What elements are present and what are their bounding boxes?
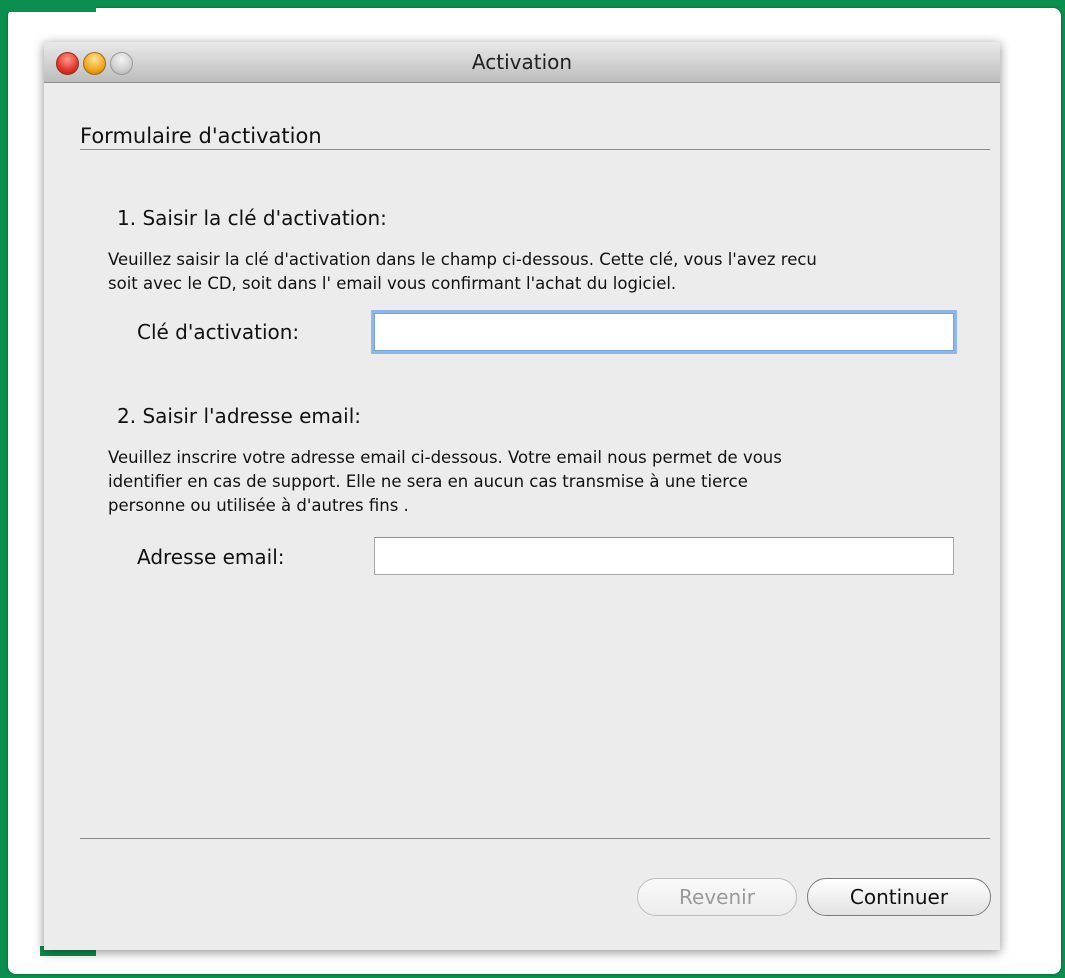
step2-description-line: Veuillez inscrire votre adresse email ci… [108, 448, 782, 467]
section-title: Formulaire d'activation [80, 124, 322, 148]
section-divider [80, 149, 990, 150]
continue-button[interactable]: Continuer [807, 878, 991, 916]
close-window-button[interactable] [56, 52, 79, 75]
step1-description-line: soit avec le CD, soit dans l' email vous… [108, 274, 677, 293]
title-bar[interactable]: Activation [44, 42, 1000, 83]
activation-key-label: Clé d'activation: [137, 320, 300, 344]
email-label: Adresse email: [137, 545, 285, 569]
email-input[interactable] [374, 537, 954, 575]
window-title: Activation [471, 50, 573, 74]
zoom-window-button[interactable] [110, 52, 133, 75]
step1-description-line: Veuillez saisir la clé d'activation dans… [108, 250, 817, 269]
activation-window: Activation Formulaire d'activation 1. Sa… [44, 42, 1000, 950]
step2-description: Veuillez inscrire votre adresse email ci… [108, 446, 958, 518]
step1-description: Veuillez saisir la clé d'activation dans… [108, 248, 958, 296]
background-green-strip [0, 0, 96, 12]
activation-key-input[interactable] [374, 313, 954, 351]
back-button[interactable]: Revenir [637, 878, 797, 916]
step2-description-line: identifier en cas de support. Elle ne se… [108, 472, 748, 491]
minimize-window-button[interactable] [83, 52, 106, 75]
step2-description-line: personne ou utilisée à d'autres fins . [108, 496, 409, 515]
step2-heading: 2. Saisir l'adresse email: [117, 404, 361, 428]
footer-divider [80, 838, 990, 839]
step1-heading: 1. Saisir la clé d'activation: [117, 206, 387, 230]
